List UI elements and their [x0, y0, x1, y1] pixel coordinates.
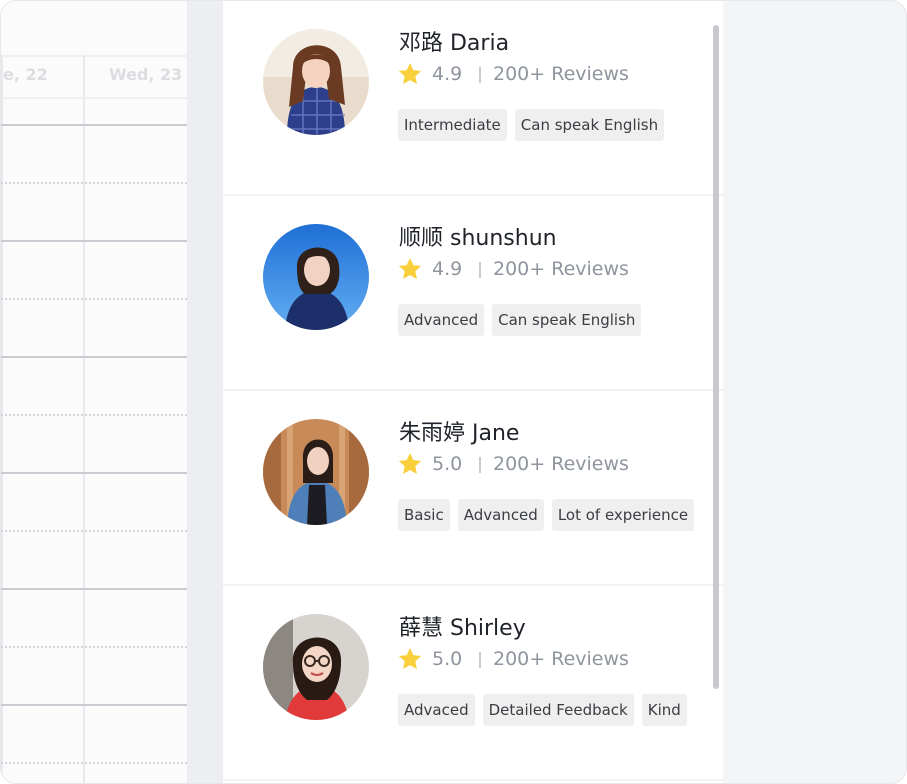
teacher-rating: 4.9: [432, 258, 463, 280]
teacher-tag: Advanced: [457, 499, 544, 531]
calendar-hour-line: [1, 240, 187, 242]
calendar-hour-line: [1, 356, 187, 358]
star-icon: [398, 647, 422, 669]
calendar-day-label[interactable]: e, 22: [3, 65, 48, 84]
panel-gutter: [187, 1, 223, 783]
teacher-rating: 4.9: [432, 63, 463, 85]
calendar-hour-line: [1, 124, 187, 126]
teacher-review-count: 200+ Reviews: [493, 453, 629, 475]
star-icon: [398, 257, 422, 279]
calendar-column-divider: [83, 55, 85, 783]
calendar-hour-line: [1, 704, 187, 706]
calendar-half-hour-line: [1, 530, 187, 532]
rating-separator: [479, 262, 481, 278]
teacher-review-count: 200+ Reviews: [493, 63, 629, 85]
teacher-rating: 5.0: [432, 453, 463, 475]
teacher-card[interactable]: 朱雨婷 Jane 5.0 200+ Reviews Basic Advanced…: [223, 391, 723, 584]
teacher-tag-list: Intermediate Can speak English: [398, 109, 665, 141]
teacher-card[interactable]: 邓路 Daria 4.9 200+ Reviews Intermediate C…: [223, 1, 723, 194]
app-frame: e, 22 Wed, 23 邓路 Daria 4.9 200+ Reviews …: [0, 0, 907, 784]
teacher-avatar: [263, 224, 369, 330]
rating-separator: [479, 67, 481, 83]
calendar-half-hour-line: [1, 298, 187, 300]
star-icon: [398, 62, 422, 84]
teacher-card[interactable]: 顺顺 shunshun 4.9 200+ Reviews Advanced Ca…: [223, 196, 723, 389]
teacher-tag: Advaced: [398, 694, 475, 726]
calendar-half-hour-line: [1, 646, 187, 648]
teacher-tag-list: Advaced Detailed Feedback Kind: [398, 694, 687, 726]
teacher-tag: Lot of experience: [551, 499, 695, 531]
teacher-tag: Advanced: [398, 304, 485, 336]
teacher-name: 邓路 Daria: [399, 31, 510, 56]
teacher-tag: Intermediate: [398, 109, 507, 141]
calendar-day-label[interactable]: Wed, 23: [109, 65, 182, 84]
teacher-avatar: [263, 614, 369, 720]
teacher-name: 顺顺 shunshun: [399, 226, 557, 251]
star-icon: [398, 452, 422, 474]
teacher-tag: Can speak English: [514, 109, 665, 141]
teacher-card[interactable]: 薛慧 Shirley 5.0 200+ Reviews Advaced Deta…: [223, 586, 723, 779]
teacher-tag: Detailed Feedback: [482, 694, 634, 726]
calendar-hour-line: [1, 588, 187, 590]
calendar-hour-line: [1, 472, 187, 474]
teacher-list: 邓路 Daria 4.9 200+ Reviews Intermediate C…: [223, 1, 723, 783]
calendar-column-divider: [1, 55, 3, 783]
teacher-name: 薛慧 Shirley: [399, 616, 526, 641]
teacher-name: 朱雨婷 Jane: [399, 421, 520, 446]
teacher-tag: Kind: [641, 694, 687, 726]
teacher-list-scrollbar[interactable]: [713, 25, 719, 689]
calendar-half-hour-line: [1, 414, 187, 416]
teacher-tag: Basic: [398, 499, 450, 531]
teacher-review-count: 200+ Reviews: [493, 258, 629, 280]
teacher-avatar: [263, 419, 369, 525]
teacher-review-count: 200+ Reviews: [493, 648, 629, 670]
calendar-half-hour-line: [1, 762, 187, 764]
rating-separator: [479, 457, 481, 473]
rating-separator: [479, 652, 481, 668]
calendar-half-hour-line: [1, 182, 187, 184]
teacher-rating: 5.0: [432, 648, 463, 670]
teacher-tag-list: Basic Advanced Lot of experience: [398, 499, 695, 531]
teacher-avatar: [263, 29, 369, 135]
teacher-tag-list: Advanced Can speak English: [398, 304, 642, 336]
calendar-panel: e, 22 Wed, 23: [1, 1, 187, 783]
teacher-tag: Can speak English: [492, 304, 642, 336]
